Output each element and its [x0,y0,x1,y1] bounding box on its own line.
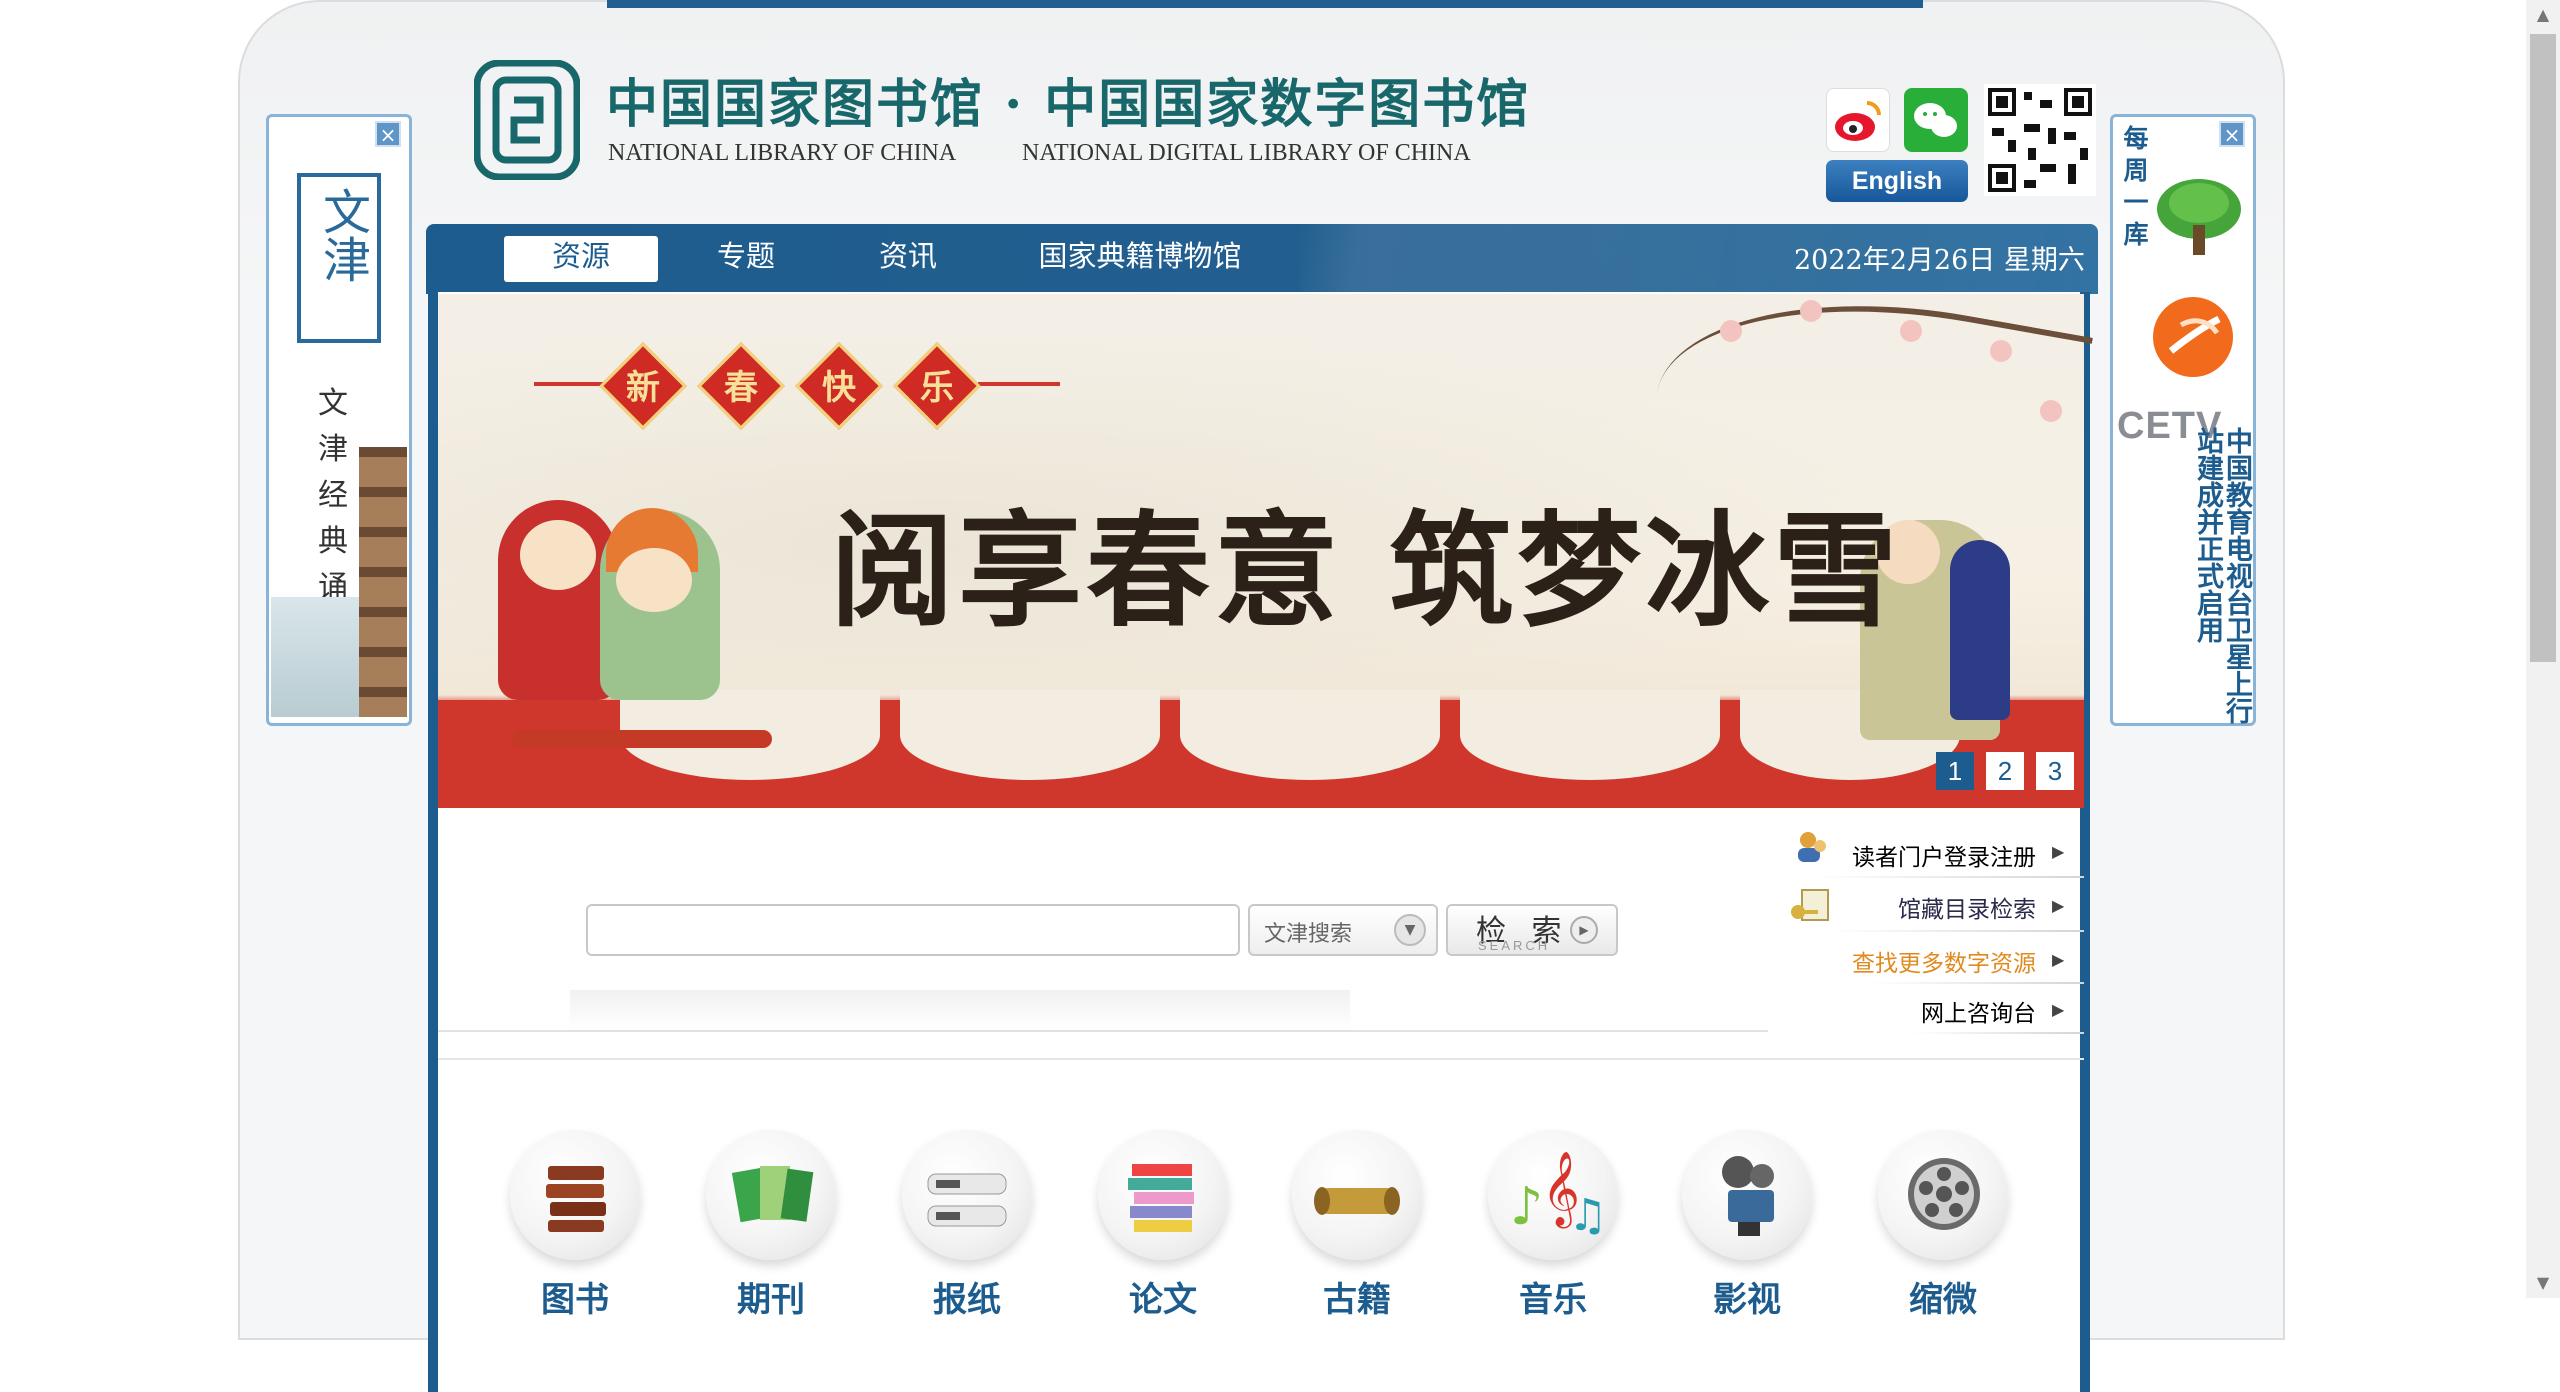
english-button[interactable]: English [1826,160,1968,202]
category-books[interactable] [510,1130,640,1260]
nav-tab-news[interactable]: 资讯 [858,230,958,282]
category-label[interactable]: 音乐 [1488,1272,1618,1321]
category-label[interactable]: 论文 [1098,1272,1228,1321]
greeting-char: 乐 [920,368,954,408]
greeting-char: 快 [822,368,856,408]
link-underline [1814,876,2084,878]
category-journals[interactable] [706,1130,836,1260]
link-underline [1830,930,2084,932]
banner-cloud [900,690,1160,780]
nav-tab-topics[interactable]: 专题 [696,230,796,282]
link-online-consult[interactable]: 网上咨询台 [1844,994,2036,1028]
category-label[interactable]: 报纸 [902,1272,1032,1321]
cetv-logo-icon [2153,297,2233,377]
left-panel-close-icon[interactable]: × [375,121,401,147]
banner-child-face [520,520,596,590]
category-film[interactable] [1682,1130,1812,1260]
scroll-down-icon[interactable]: ▼ [2526,1268,2560,1298]
cetv-announcement-text: 中国教育电视台卫星上行站建成并正式启用 [2192,427,2252,724]
wechat-icon[interactable] [1904,88,1968,152]
link-underline [1910,1032,2084,1034]
weekly-library-text: 每 周 一 库 [2123,124,2149,249]
left-ad-panel[interactable]: × 文津 文 津 经 典 诵 读 [266,114,412,726]
banner-figure-blue [1950,540,2010,720]
scroll-up-icon[interactable]: ▲ [2526,0,2560,30]
category-label[interactable]: 影视 [1682,1272,1812,1321]
plum-blossom [1990,340,2012,362]
banner-page-2[interactable]: 2 [1986,752,2024,790]
category-label[interactable]: 图书 [510,1272,640,1321]
search-shadow [570,990,1350,1030]
divider [438,1058,2084,1060]
top-accent-bar [607,0,1923,8]
banner-cloud [1460,690,1720,780]
category-newspapers[interactable] [902,1130,1032,1260]
arrow-right-icon: ▶ [2052,1000,2065,1019]
film-reel-icon [1908,1158,1980,1230]
arrow-right-icon: ▶ [2052,896,2065,915]
film-projector-icon [1722,1156,1774,1236]
category-theses[interactable] [1098,1130,1228,1260]
current-date: 2022年2月26日 星期六 [1794,245,2085,276]
banner-page-3[interactable]: 3 [2036,752,2074,790]
svg-text:♪: ♪ [1510,1177,1543,1237]
site-title-cn[interactable]: 中国国家图书馆 · 中国国家数字图书馆 [606,62,1530,137]
chevron-down-icon[interactable]: ▼ [1394,914,1426,946]
arrow-right-icon: ▶ [2052,950,2065,969]
site-title-en-1: NATIONAL LIBRARY OF CHINA [608,140,957,166]
category-label[interactable]: 古籍 [1292,1272,1422,1321]
qr-code-icon [1984,84,2096,196]
banner-cloud [1180,690,1440,780]
thesis-books-icon [1128,1164,1194,1232]
reader-portal-icon [1798,832,1826,862]
music-note-icon: ♪ 𝄞 ♫ [1510,1152,1607,1241]
svg-text:♫: ♫ [1568,1190,1607,1241]
arrow-right-icon: ▶ [2052,842,2065,861]
search-button-sublabel: SEARCH [1478,938,1551,953]
category-music[interactable]: ♪ 𝄞 ♫ [1488,1130,1618,1260]
divider [438,1030,1768,1032]
link-reader-portal[interactable]: 读者门户登录注册 [1844,838,2036,872]
tree-icon [2157,179,2241,255]
search-input[interactable] [586,904,1240,956]
nav-tab-resources[interactable]: 资源 [504,230,658,282]
banner-child-face [616,548,692,612]
scrollbar-thumb[interactable] [2530,34,2556,662]
book-stack-icon [546,1166,606,1232]
link-more-digital-resources[interactable]: 查找更多数字资源 [1844,944,2036,978]
reading-room-image [271,597,359,717]
category-ancient-books[interactable] [1292,1130,1422,1260]
weibo-icon[interactable] [1826,88,1890,152]
ancient-scroll-icon [1314,1187,1400,1215]
newspaper-icon [927,1173,1007,1227]
banner-page-1[interactable]: 1 [1936,752,1974,790]
banner-sled [512,730,772,748]
category-label[interactable]: 期刊 [706,1272,836,1321]
nav-tab-museum[interactable]: 国家典籍博物馆 [1030,230,1250,282]
link-catalog-search[interactable]: 馆藏目录检索 [1844,890,2036,924]
arrow-right-icon: ▶ [1570,916,1598,944]
library-logo-icon[interactable] [474,60,580,180]
plum-blossom [1900,320,1922,342]
banner-title: 阅享春意 筑梦冰雪 [830,499,1902,644]
plum-blossom [2040,400,2062,422]
link-underline [1870,982,2084,984]
plum-blossom [1720,320,1742,342]
magazine-icon [731,1166,814,1223]
search-scope-label: 文津搜索 [1264,922,1353,947]
catalog-key-icon [1791,889,1829,921]
right-panel-close-icon[interactable]: × [2219,121,2245,147]
right-ad-panel[interactable]: × 每 周 一 库 CETV 中国教育电视台卫星上行站建成并正式启用 [2110,114,2256,726]
site-title-en-2: NATIONAL DIGITAL LIBRARY OF CHINA [1022,140,1471,166]
greeting-char: 新 [626,368,660,408]
bookshelf-image [359,447,407,717]
category-microfilm[interactable] [1878,1130,2008,1260]
plum-blossom [1800,300,1822,322]
category-label[interactable]: 缩微 [1878,1272,2008,1321]
wenjin-seal: 文津 [297,173,381,343]
greeting-char: 春 [724,368,758,408]
banner-stripe-right [978,382,1060,386]
